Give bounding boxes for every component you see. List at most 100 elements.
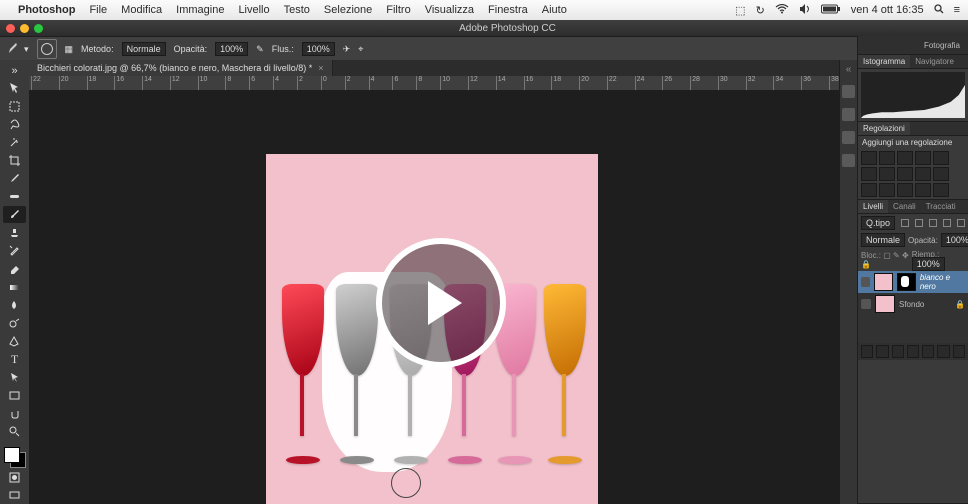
new-layer-icon[interactable] (937, 345, 949, 358)
layer-row-bw[interactable]: bianco e nero (858, 271, 968, 293)
layer-style-icon[interactable] (876, 345, 888, 358)
lock-pixels-icon[interactable]: ✎ (893, 251, 900, 260)
clock[interactable]: ven 4 ott 16:35 (851, 4, 924, 16)
lasso-tool[interactable] (3, 116, 26, 133)
magic-wand-tool[interactable] (3, 134, 26, 151)
document-tab[interactable]: Bicchieri colorati.jpg @ 66,7% (bianco e… (29, 60, 333, 76)
adj-invert-icon[interactable] (861, 183, 877, 197)
minimize-window-button[interactable] (20, 24, 29, 33)
video-play-button[interactable] (376, 238, 506, 368)
pressure-opacity-icon[interactable]: ✎ (256, 44, 264, 55)
volume-icon[interactable] (799, 4, 811, 17)
spotlight-icon[interactable] (934, 4, 944, 17)
dropbox-icon[interactable]: ⬚ (735, 4, 745, 17)
filter-type-icon[interactable] (929, 219, 937, 227)
menu-edit[interactable]: Modifica (121, 4, 162, 16)
foreground-color-swatch[interactable] (4, 447, 20, 463)
menu-window[interactable]: Finestra (488, 4, 528, 16)
adj-channelmixer-icon[interactable] (933, 167, 949, 181)
new-adjustment-icon[interactable] (907, 345, 919, 358)
tab-channels[interactable]: Canali (888, 200, 921, 213)
adj-exposure-icon[interactable] (915, 151, 931, 165)
path-select-tool[interactable] (3, 369, 26, 386)
adj-selectivecolor-icon[interactable] (933, 183, 949, 197)
visibility-toggle-icon[interactable] (861, 299, 871, 309)
lock-all-icon[interactable]: 🔒 (861, 260, 871, 269)
layer-name[interactable]: bianco e nero (920, 273, 965, 291)
sync-icon[interactable]: ↻ (756, 4, 765, 17)
adj-threshold-icon[interactable] (897, 183, 913, 197)
filter-shape-icon[interactable] (943, 219, 951, 227)
marquee-tool[interactable] (3, 98, 26, 115)
dodge-tool[interactable] (3, 315, 26, 332)
layer-thumbnail[interactable] (874, 273, 893, 291)
adj-curves-icon[interactable] (897, 151, 913, 165)
expand-dock-icon[interactable]: « (846, 64, 852, 75)
rectangle-tool[interactable] (3, 387, 26, 404)
blend-mode-select[interactable]: Normale (122, 42, 166, 56)
tab-layers[interactable]: Livelli (858, 200, 888, 213)
menu-selection[interactable]: Selezione (324, 4, 372, 16)
menu-file[interactable]: File (89, 4, 107, 16)
tab-histogram[interactable]: Istogramma (858, 55, 910, 68)
close-tab-icon[interactable]: × (318, 63, 323, 73)
delete-layer-icon[interactable] (953, 345, 965, 358)
add-mask-icon[interactable] (892, 345, 904, 358)
layer-opacity-input[interactable]: 100% (941, 233, 968, 247)
battery-icon[interactable] (821, 4, 841, 17)
brush-size-picker[interactable] (37, 39, 57, 59)
adj-colorbalance-icon[interactable] (879, 167, 895, 181)
visibility-toggle-icon[interactable] (861, 277, 870, 287)
dock-icon-4[interactable] (842, 154, 855, 167)
layer-row-background[interactable]: Sfondo 🔒 (858, 293, 968, 315)
new-group-icon[interactable] (922, 345, 934, 358)
color-swatches[interactable] (4, 447, 26, 468)
dock-icon-2[interactable] (842, 108, 855, 121)
brush-panel-toggle[interactable]: ▦ (65, 44, 74, 55)
wifi-icon[interactable] (775, 4, 789, 17)
tab-navigator[interactable]: Navigatore (910, 55, 959, 68)
dock-icon-3[interactable] (842, 131, 855, 144)
adj-brightness-icon[interactable] (861, 151, 877, 165)
tab-adjustments[interactable]: Regolazioni (858, 122, 910, 135)
opacity-input[interactable]: 100% (215, 42, 248, 56)
fill-input[interactable]: 100% (912, 257, 945, 271)
zoom-tool[interactable] (3, 423, 26, 440)
adj-vibrance-icon[interactable] (933, 151, 949, 165)
layer-filter-kind[interactable]: Q.tipo (861, 216, 895, 230)
notification-icon[interactable]: ≡ (954, 4, 960, 16)
hand-tool[interactable] (3, 405, 26, 422)
lock-position-icon[interactable]: ✥ (902, 251, 909, 260)
layer-mask-thumbnail[interactable] (897, 273, 916, 291)
link-layers-icon[interactable] (861, 345, 873, 358)
adj-photofilter-icon[interactable] (915, 167, 931, 181)
history-brush-tool[interactable] (3, 242, 26, 259)
canvas-workspace[interactable] (29, 90, 841, 504)
layer-name[interactable]: Sfondo (899, 300, 924, 309)
app-name[interactable]: Photoshop (18, 4, 75, 16)
spot-heal-tool[interactable] (3, 188, 26, 205)
blur-tool[interactable] (3, 297, 26, 314)
eyedropper-tool[interactable] (3, 170, 26, 187)
pen-tool[interactable] (3, 333, 26, 350)
type-tool[interactable]: T (3, 351, 26, 368)
filter-adjust-icon[interactable] (915, 219, 923, 227)
lock-transparency-icon[interactable]: ▢ (883, 251, 891, 260)
adj-hue-icon[interactable] (861, 167, 877, 181)
gradient-tool[interactable] (3, 279, 26, 296)
filter-smart-icon[interactable] (957, 219, 965, 227)
adj-gradientmap-icon[interactable] (915, 183, 931, 197)
tool-preset-picker[interactable]: ▾ (6, 42, 29, 56)
tab-paths[interactable]: Tracciati (921, 200, 961, 213)
zoom-window-button[interactable] (34, 24, 43, 33)
dock-icon-1[interactable] (842, 85, 855, 98)
close-window-button[interactable] (6, 24, 15, 33)
filter-pixel-icon[interactable] (901, 219, 909, 227)
brush-tool[interactable] (3, 206, 26, 223)
workspace-switcher[interactable]: Fotografia (858, 36, 968, 55)
pressure-size-icon[interactable]: ⌖ (358, 44, 363, 55)
adj-levels-icon[interactable] (879, 151, 895, 165)
adj-bw-icon[interactable] (897, 167, 913, 181)
eraser-tool[interactable] (3, 261, 26, 278)
adj-posterize-icon[interactable] (879, 183, 895, 197)
